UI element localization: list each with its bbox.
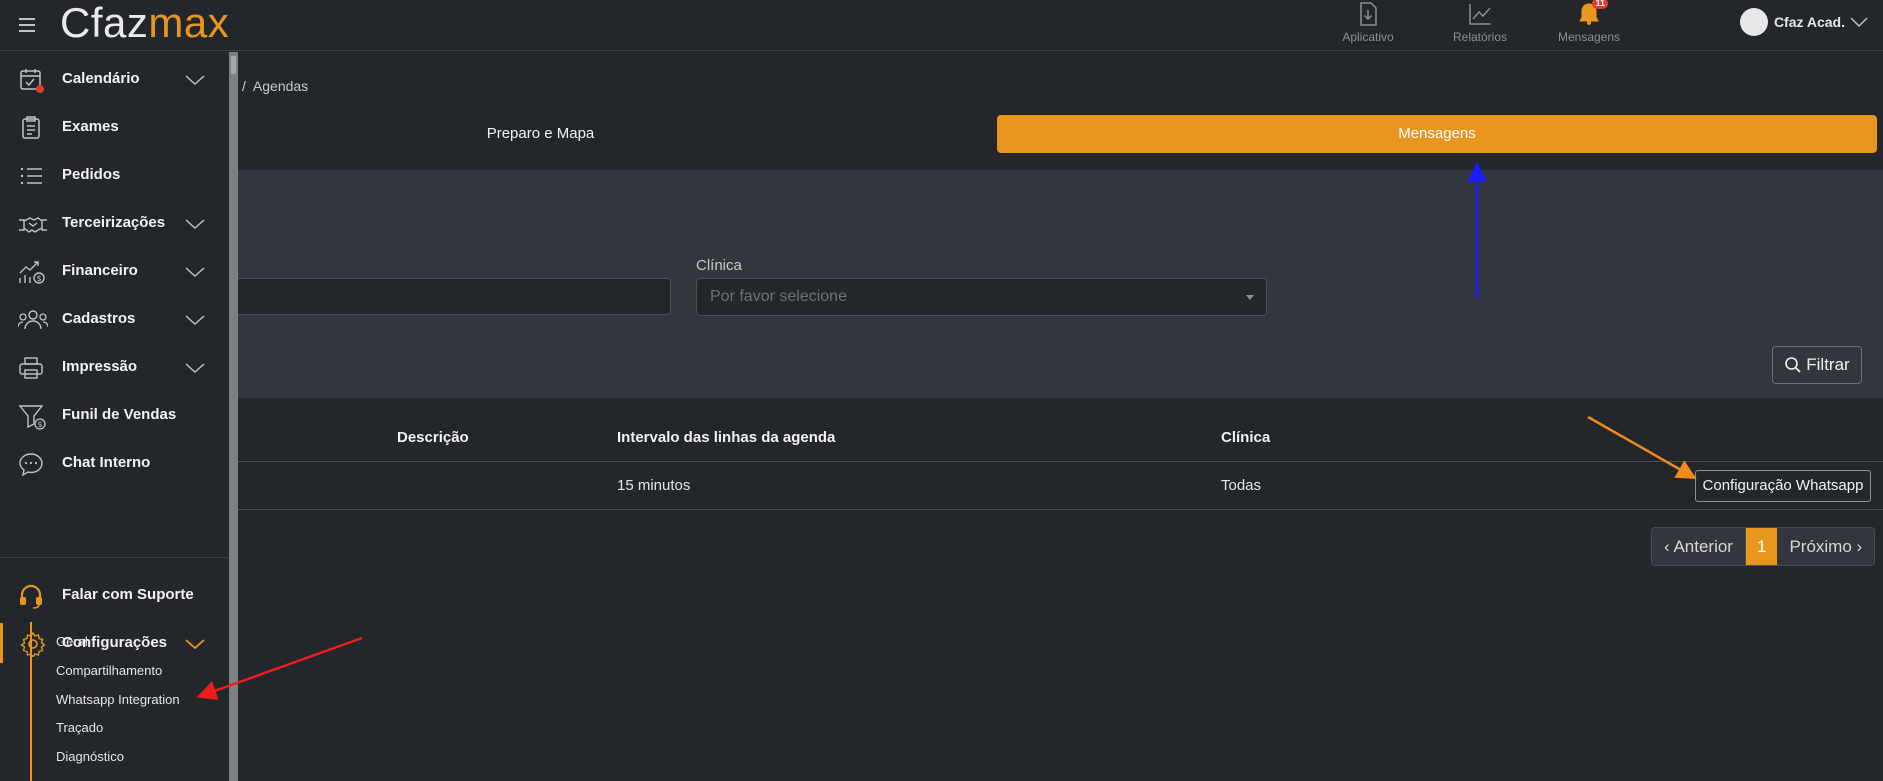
sidebar-item-calendario[interactable]: Calendário	[0, 59, 229, 99]
printer-icon	[18, 355, 44, 381]
chevron-down-icon	[184, 313, 206, 327]
sidebar-item-pedidos[interactable]: Pedidos	[0, 155, 229, 195]
chart-line-icon	[1467, 1, 1493, 27]
svg-text:$: $	[37, 274, 42, 283]
chevron-down-icon	[1850, 17, 1868, 28]
download-file-icon	[1355, 1, 1381, 27]
sidebar-item-label: Funil de Vendas	[62, 406, 177, 423]
cell-clinic: Todas	[1221, 477, 1262, 494]
chevron-down-icon	[184, 265, 206, 279]
sidebar-item-label: Falar com Suporte	[62, 586, 194, 603]
sidebar-item-terceirizacoes[interactable]: Terceirizações	[0, 203, 229, 243]
sidebar-item-cadastros[interactable]: Cadastros	[0, 299, 229, 339]
caret-down-icon	[1246, 295, 1254, 300]
submenu-item-geral[interactable]: Geral	[56, 634, 88, 649]
sidebar-item-chat-interno[interactable]: Chat Interno	[0, 443, 229, 483]
sidebar-item-label: Financeiro	[62, 262, 138, 279]
topnav-label: Relatórios	[1452, 30, 1508, 44]
table-row-divider	[238, 509, 1883, 510]
chevron-down-icon	[184, 637, 206, 651]
sidebar-scrollbar[interactable]	[229, 52, 238, 781]
submenu-line	[30, 622, 32, 781]
list-icon	[18, 163, 44, 189]
sidebar-item-impressao[interactable]: Impressão	[0, 347, 229, 387]
clipboard-icon	[18, 115, 44, 141]
top-bar: Cfazmax Aplicativo Relatórios 11 Mensage…	[0, 0, 1883, 51]
clinic-select-placeholder: Por favor selecione	[710, 288, 847, 305]
calendar-icon	[18, 67, 44, 93]
chevron-down-icon	[184, 361, 206, 375]
column-header-descricao[interactable]: Descrição	[397, 429, 469, 446]
pagination-page-current[interactable]: 1	[1745, 528, 1778, 565]
sidebar-item-label: Chat Interno	[62, 454, 151, 471]
topnav-relatorios[interactable]: Relatórios	[1430, 0, 1530, 51]
sidebar-item-label: Terceirizações	[62, 214, 166, 231]
sidebar-item-label: Impressão	[62, 358, 138, 375]
column-header-intervalo[interactable]: Intervalo das linhas da agenda	[617, 429, 835, 446]
user-name: Cfaz Acad.	[1773, 14, 1845, 30]
funnel-icon: $	[18, 403, 46, 430]
tab-preparo-e-mapa[interactable]: Preparo e Mapa	[238, 115, 843, 153]
sidebar-divider	[0, 557, 229, 558]
orange-arrow	[1587, 415, 1697, 479]
headset-icon	[18, 583, 44, 609]
hamburger-menu-icon[interactable]	[16, 14, 38, 36]
pagination: ‹ Anterior 1 Próximo ›	[1651, 527, 1876, 566]
submenu-item-whatsapp-integration[interactable]: Whatsapp Integration	[56, 692, 180, 707]
table-header-divider	[238, 461, 1883, 462]
column-header-clinica[interactable]: Clínica	[1221, 429, 1270, 446]
chat-bubble-icon	[18, 451, 44, 477]
description-filter-input[interactable]	[238, 278, 671, 315]
topnav-mensagens[interactable]: 11 Mensagens	[1539, 0, 1639, 51]
finance-chart-icon: $	[18, 259, 45, 285]
users-icon	[18, 307, 48, 333]
pagination-next[interactable]: Próximo ›	[1777, 528, 1875, 565]
topnav-label: Aplicativo	[1342, 30, 1394, 44]
search-icon	[1785, 357, 1801, 373]
sidebar-item-label: Pedidos	[62, 166, 121, 183]
sidebar-item-falar-com-suporte[interactable]: Falar com Suporte	[0, 575, 229, 615]
clinic-select[interactable]: Por favor selecione	[696, 278, 1267, 316]
pagination-previous[interactable]: ‹ Anterior	[1652, 528, 1746, 565]
sidebar-item-label: Exames	[62, 118, 119, 135]
submenu-item-compartilhamento[interactable]: Compartilhamento	[56, 663, 162, 678]
gear-icon	[20, 631, 46, 657]
clinic-filter-label: Clínica	[696, 257, 742, 274]
app-logo[interactable]: Cfazmax	[60, 0, 229, 46]
breadcrumb-separator: /	[242, 78, 246, 94]
sidebar-item-label: Calendário	[62, 70, 140, 87]
cell-interval: 15 minutos	[617, 477, 691, 494]
handshake-icon	[18, 211, 47, 237]
tab-mensagens[interactable]: Mensagens	[997, 115, 1877, 153]
svg-text:$: $	[38, 420, 43, 429]
submenu-item-diagnostico[interactable]: Diagnóstico	[56, 749, 124, 764]
filter-button-label: Filtrar	[1806, 355, 1850, 374]
bell-icon: 11	[1576, 0, 1608, 27]
breadcrumb-current: Agendas	[252, 78, 309, 94]
breadcrumb: / Agendas	[242, 78, 308, 94]
sidebar-item-funil-de-vendas[interactable]: $ Funil de Vendas	[0, 395, 229, 435]
submenu-item-tracado[interactable]: Traçado	[56, 720, 103, 735]
configuracao-whatsapp-button[interactable]: Configuração Whatsapp	[1695, 470, 1871, 502]
sidebar-item-label: Cadastros	[62, 310, 136, 327]
sidebar-item-financeiro[interactable]: $ Financeiro	[0, 251, 229, 291]
filter-button[interactable]: Filtrar	[1772, 346, 1862, 384]
topnav-aplicativo[interactable]: Aplicativo	[1318, 0, 1418, 51]
chevron-down-icon	[184, 217, 206, 231]
topnav-label: Mensagens	[1557, 30, 1621, 44]
scrollbar-thumb[interactable]	[231, 56, 236, 74]
avatar	[1739, 8, 1768, 36]
chevron-down-icon	[184, 73, 206, 87]
user-menu[interactable]: Cfaz Acad.	[1739, 6, 1869, 38]
sidebar-item-configuracoes[interactable]: Configurações	[0, 623, 229, 663]
sidebar-item-exames[interactable]: Exames	[0, 107, 229, 147]
notification-badge: 11	[1592, 0, 1608, 9]
